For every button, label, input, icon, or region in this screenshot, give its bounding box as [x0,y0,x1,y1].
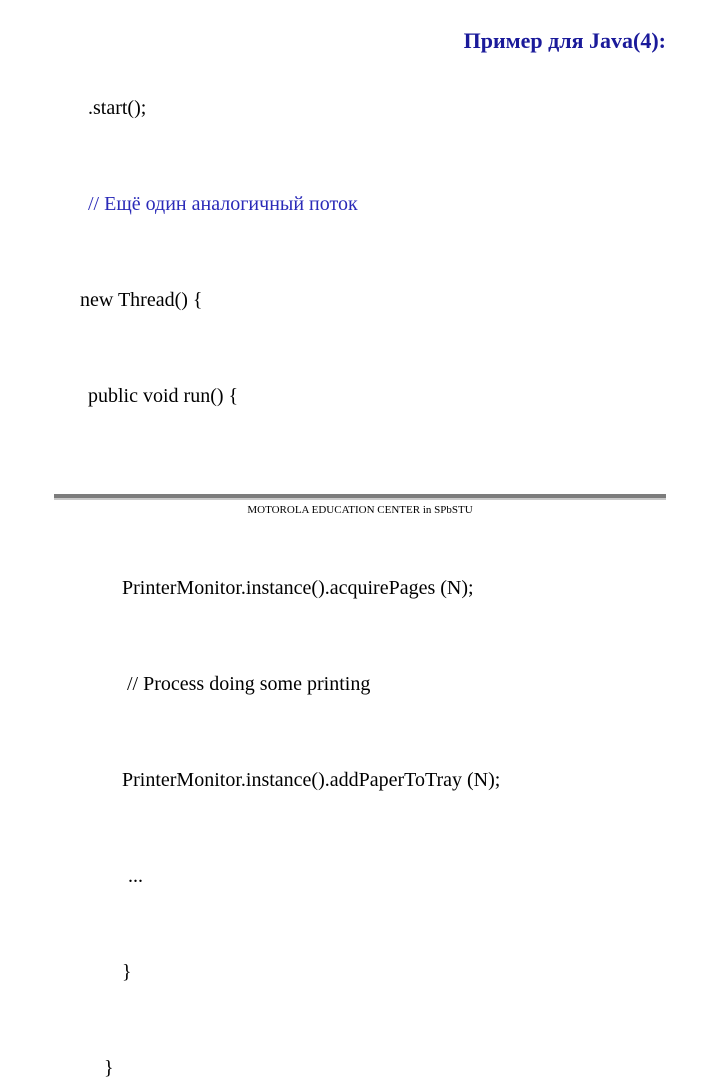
code-line: // Process doing some printing [68,668,500,700]
code-line: .start(); [68,92,500,124]
code-line: new Thread() { [60,284,500,316]
code-block: .start(); // Ещё один аналогичный поток … [68,28,500,1080]
code-line: } [68,956,500,988]
footer-text: MOTOROLA EDUCATION CENTER in SPbSTU [0,504,720,516]
slide: Пример для Java(4): .start(); // Ещё оди… [0,0,720,540]
code-line: PrinterMonitor.instance().acquirePages (… [68,572,500,604]
code-comment: // Ещё один аналогичный поток [68,188,500,220]
code-line: ... [68,860,500,892]
code-line: } [68,1052,500,1080]
code-line: PrinterMonitor.instance().addPaperToTray… [68,764,500,796]
code-line: public void run() { [68,380,500,412]
footer-divider [54,494,666,498]
